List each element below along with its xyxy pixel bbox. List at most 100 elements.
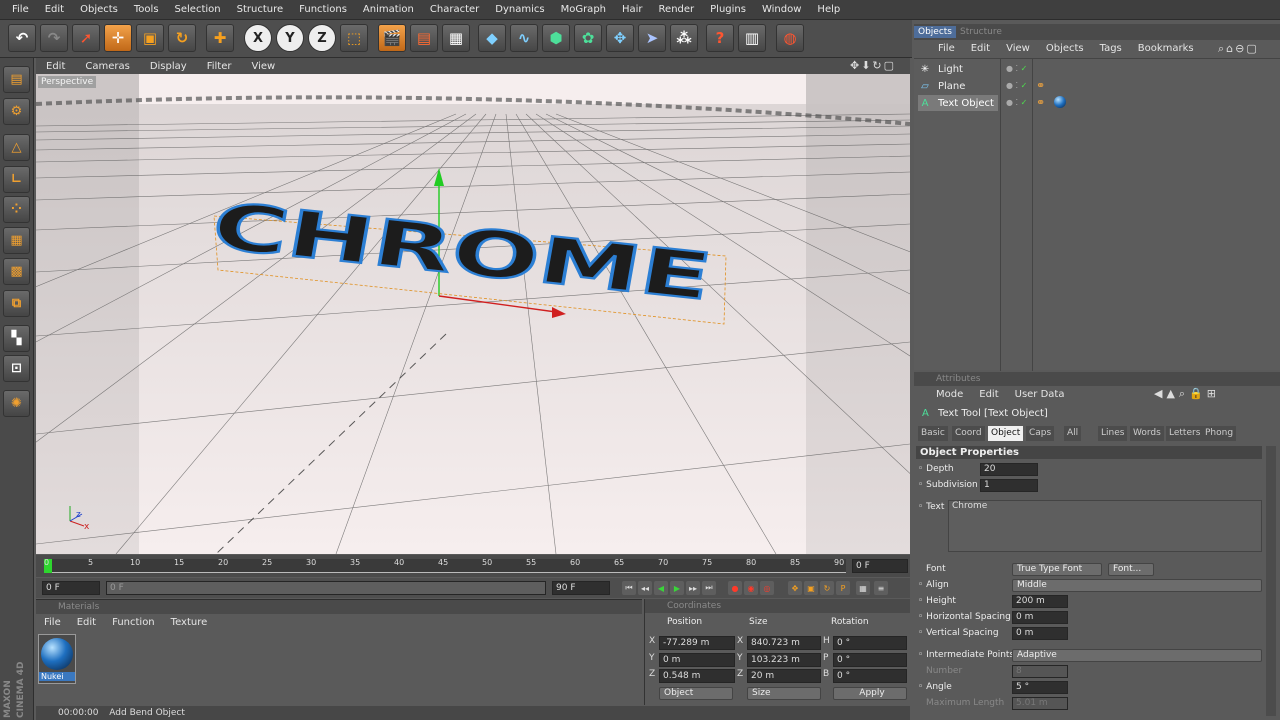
menu-objects[interactable]: Objects (72, 4, 126, 15)
menu-functions[interactable]: Functions (291, 4, 355, 15)
mat-menu-texture[interactable]: Texture (163, 617, 216, 628)
key-scale-icon[interactable]: ▣ (804, 581, 818, 595)
attr-tab-letters[interactable]: Letters (1166, 426, 1204, 441)
cube-icon[interactable]: ◆ (478, 24, 506, 52)
obj-menu-edit[interactable]: Edit (963, 43, 998, 54)
size-z-field[interactable]: 20 m (747, 669, 821, 683)
snap-icon[interactable]: ✺ (3, 390, 30, 417)
menu-help[interactable]: Help (809, 4, 848, 15)
spline-icon[interactable]: ∿ (510, 24, 538, 52)
menu-character[interactable]: Character (422, 4, 487, 15)
play-icon[interactable]: ▶ (670, 581, 684, 595)
redo-icon[interactable]: ↷ (40, 24, 68, 52)
scale-icon[interactable]: ▣ (136, 24, 164, 52)
menu-hair[interactable]: Hair (614, 4, 651, 15)
material-tag-icon[interactable] (1054, 96, 1066, 108)
maxlen-field[interactable]: 5.01 m (1012, 697, 1068, 710)
attr-menu-mode[interactable]: Mode (928, 389, 971, 400)
coordinate-system-icon[interactable]: ⬚ (340, 24, 368, 52)
globe-icon[interactable]: ◍ (776, 24, 804, 52)
hspacing-field[interactable]: 0 m (1012, 611, 1068, 624)
move-icon[interactable]: ✛ (104, 24, 132, 52)
menu-mograph[interactable]: MoGraph (553, 4, 614, 15)
visibility-dots[interactable]: ● ⁚ ✓ (1006, 64, 1027, 73)
visibility-dots[interactable]: ● ⁚ ✓ (1006, 81, 1027, 90)
size-x-field[interactable]: 840.723 m (747, 636, 821, 650)
render-picture-icon[interactable]: ▤ (410, 24, 438, 52)
key-param-icon[interactable]: P (836, 581, 850, 595)
depth-field[interactable]: 20 (980, 463, 1038, 476)
vp-menu-cameras[interactable]: Cameras (75, 61, 139, 72)
rotation-h-field[interactable]: 0 ° (833, 636, 907, 650)
current-frame-field[interactable]: 0 F (852, 559, 908, 573)
obj-menu-file[interactable]: File (930, 43, 963, 54)
position-z-field[interactable]: 0.548 m (659, 669, 735, 683)
preview-range-slider[interactable]: 0 F (106, 581, 546, 595)
font-type-dropdown[interactable]: True Type Font (1012, 563, 1102, 576)
render-view-icon[interactable]: 🎬 (378, 24, 406, 52)
mat-menu-file[interactable]: File (36, 617, 69, 628)
y-axis-button[interactable]: Y (276, 24, 304, 52)
axis-mode-icon[interactable]: ∟ (3, 166, 30, 193)
material-swatch[interactable]: Nukei (38, 634, 76, 684)
attributes-scrollbar[interactable] (1266, 446, 1276, 716)
obj-menu-tags[interactable]: Tags (1092, 43, 1130, 54)
texture-mode-icon[interactable]: ▚ (3, 325, 30, 352)
obj-menu-view[interactable]: View (998, 43, 1038, 54)
objects-search-icons[interactable]: ⌕⌂⊖▢ (1218, 42, 1259, 56)
angle-field[interactable]: 5 ° (1012, 681, 1068, 694)
menu-render[interactable]: Render (651, 4, 703, 15)
attr-tab-words[interactable]: Words (1130, 426, 1164, 441)
menu-edit[interactable]: Edit (37, 4, 72, 15)
uv-mode-icon[interactable]: ⧉ (3, 290, 30, 317)
coord-size-dropdown[interactable]: Size (747, 687, 821, 700)
go-start-icon[interactable]: ⏮ (622, 581, 636, 595)
undo-icon[interactable]: ↶ (8, 24, 36, 52)
array-icon[interactable]: ✿ (574, 24, 602, 52)
attr-menu-edit[interactable]: Edit (971, 389, 1006, 400)
menu-dynamics[interactable]: Dynamics (487, 4, 552, 15)
rotate-icon[interactable]: ↻ (168, 24, 196, 52)
attr-tab-caps[interactable]: Caps (1026, 426, 1055, 441)
table-icon[interactable]: ▥ (738, 24, 766, 52)
play-back-icon[interactable]: ◀ (654, 581, 668, 595)
attr-tab-object[interactable]: Object (988, 426, 1024, 441)
attr-tab-lines[interactable]: Lines (1098, 426, 1128, 441)
menu-selection[interactable]: Selection (167, 4, 229, 15)
position-x-field[interactable]: -77.289 m (659, 636, 735, 650)
viewport-perspective[interactable]: CHROME Perspective z x (36, 74, 910, 554)
help-icon[interactable]: ? (706, 24, 734, 52)
vp-menu-view[interactable]: View (241, 61, 285, 72)
tab-structure[interactable]: Structure (956, 26, 1006, 38)
key-rotation-icon[interactable]: ↻ (820, 581, 834, 595)
mat-menu-edit[interactable]: Edit (69, 617, 104, 628)
tag-icon[interactable]: ⚭ (1036, 79, 1045, 92)
keyframe-selection-icon[interactable]: ◎ (760, 581, 774, 595)
font-button[interactable]: Font... (1108, 563, 1154, 576)
layout-icon[interactable]: ▤ (3, 66, 30, 93)
key-pla-icon[interactable]: ▦ (856, 581, 870, 595)
render-settings-icon[interactable]: ▦ (442, 24, 470, 52)
scene-icon[interactable]: ⁂ (670, 24, 698, 52)
intermediate-dropdown[interactable]: Adaptive (1012, 649, 1262, 662)
size-y-field[interactable]: 103.223 m (747, 653, 821, 667)
key-position-icon[interactable]: ✥ (788, 581, 802, 595)
obj-menu-bookmarks[interactable]: Bookmarks (1130, 43, 1202, 54)
attributes-nav-icons[interactable]: ◀▲⌕🔒⊞ (1154, 387, 1220, 401)
text-textarea[interactable]: Chrome (948, 500, 1262, 552)
record-icon[interactable]: ● (728, 581, 742, 595)
deformer-icon[interactable]: ✥ (606, 24, 634, 52)
object-row-light[interactable]: ✳ Light (918, 61, 963, 77)
attr-tab-coord[interactable]: Coord (952, 426, 985, 441)
timeline-ruler[interactable]: 0 5 10 15 20 25 30 35 40 45 50 55 60 65 … (36, 555, 910, 577)
viewport-nav-icons[interactable]: ✥⬇↻▢ (850, 59, 896, 72)
apply-button[interactable]: Apply (833, 687, 907, 700)
vp-menu-filter[interactable]: Filter (197, 61, 242, 72)
go-end-icon[interactable]: ⏭ (702, 581, 716, 595)
nurbs-icon[interactable]: ⬢ (542, 24, 570, 52)
visibility-dots[interactable]: ● ⁚ ✓ (1006, 98, 1027, 107)
menu-tools[interactable]: Tools (126, 4, 167, 15)
camera-icon[interactable]: ➤ (638, 24, 666, 52)
menu-animation[interactable]: Animation (355, 4, 422, 15)
vp-menu-display[interactable]: Display (140, 61, 197, 72)
